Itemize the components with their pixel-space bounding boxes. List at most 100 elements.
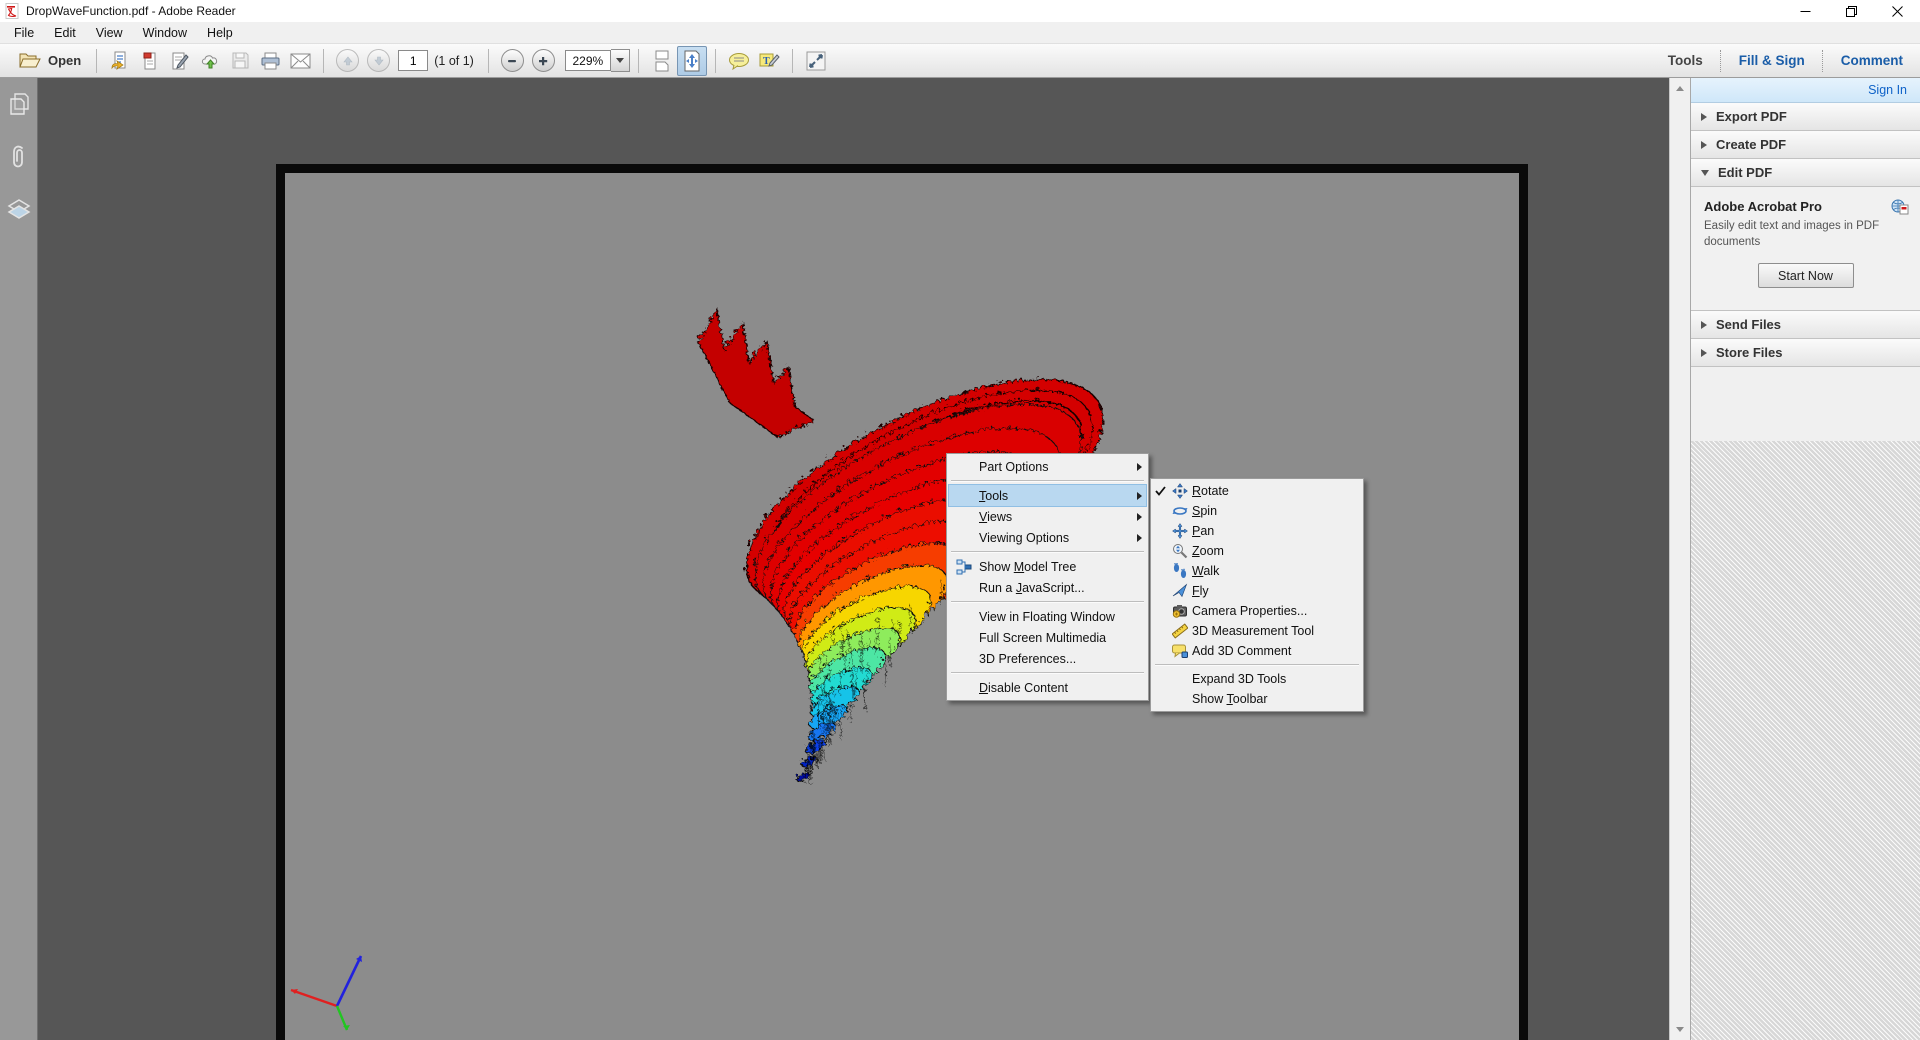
tools-submenu: RotateSpinPan Zoom Walk Fly Camera Propertie… bbox=[1150, 478, 1364, 712]
menu-item-label: Fly bbox=[1192, 584, 1347, 598]
scroll-down-button[interactable] bbox=[1670, 1021, 1690, 1038]
create-pdf-button[interactable] bbox=[135, 46, 165, 76]
fit-page-icon bbox=[682, 50, 702, 72]
menu-item-label: Zoom bbox=[1192, 544, 1347, 558]
submenu-arrow-icon bbox=[1132, 534, 1146, 542]
fit-page-button[interactable] bbox=[677, 46, 707, 76]
upload-cloud-button[interactable] bbox=[195, 46, 225, 76]
fullscreen-button[interactable] bbox=[801, 46, 831, 76]
menu-item-label: Walk bbox=[1192, 564, 1347, 578]
text-highlight-button[interactable]: T bbox=[754, 46, 784, 76]
close-button[interactable] bbox=[1874, 0, 1920, 22]
menu-window[interactable]: Window bbox=[133, 24, 197, 42]
tools-submenu-item[interactable]: Show Toolbar bbox=[1153, 689, 1361, 709]
tools-submenu-item[interactable]: Add 3D Comment bbox=[1153, 641, 1361, 661]
menu-file[interactable]: File bbox=[4, 24, 44, 42]
zoom-dropdown-button[interactable] bbox=[611, 49, 630, 72]
attachments-icon[interactable] bbox=[6, 144, 32, 170]
arrow-up-icon bbox=[343, 56, 353, 66]
context-menu-item[interactable]: Views bbox=[949, 506, 1146, 527]
chevron-up-icon bbox=[1676, 86, 1684, 91]
context-menu-item[interactable]: Show Model Tree bbox=[949, 556, 1146, 577]
email-icon bbox=[290, 53, 311, 69]
zoom-out-button[interactable] bbox=[501, 49, 524, 72]
tab-fill-sign[interactable]: Fill & Sign bbox=[1728, 53, 1816, 68]
section-edit-pdf[interactable]: Edit PDF bbox=[1691, 159, 1920, 187]
context-menu-item[interactable]: View in Floating Window bbox=[949, 606, 1146, 627]
toolbar-separator bbox=[488, 49, 489, 73]
tools-submenu-item[interactable]: Pan bbox=[1153, 521, 1361, 541]
window-title: DropWaveFunction.pdf - Adobe Reader bbox=[26, 4, 236, 18]
toolbar-right-tabs: Tools Fill & Sign Comment bbox=[1657, 44, 1920, 77]
dotted-separator bbox=[1720, 50, 1722, 72]
context-menu-item[interactable]: 3D Preferences... bbox=[949, 648, 1146, 669]
adobe-pdf-icon bbox=[5, 3, 20, 19]
layers-icon[interactable] bbox=[6, 196, 32, 222]
minimize-button[interactable] bbox=[1782, 0, 1828, 22]
context-menu-item[interactable]: Viewing Options bbox=[949, 527, 1146, 548]
zoom-in-button[interactable] bbox=[532, 49, 555, 72]
chevron-down-icon bbox=[616, 58, 624, 63]
sign-button[interactable] bbox=[165, 46, 195, 76]
restore-button[interactable] bbox=[1828, 0, 1874, 22]
page-scroll-icon bbox=[652, 50, 672, 72]
menu-edit[interactable]: Edit bbox=[44, 24, 86, 42]
upload-cloud-icon bbox=[200, 51, 221, 71]
tab-comment[interactable]: Comment bbox=[1830, 53, 1914, 68]
start-now-button[interactable]: Start Now bbox=[1758, 263, 1854, 288]
tools-submenu-item[interactable]: 3D Measurement Tool bbox=[1153, 621, 1361, 641]
toolbar-separator bbox=[715, 49, 716, 73]
tab-tools[interactable]: Tools bbox=[1657, 53, 1714, 68]
section-store-files[interactable]: Store Files bbox=[1691, 339, 1920, 367]
page-thumbnails-icon[interactable] bbox=[6, 92, 32, 118]
section-send-files[interactable]: Send Files bbox=[1691, 311, 1920, 339]
main-toolbar: Open (1 of 1) bbox=[0, 44, 1920, 78]
document-viewport[interactable]: ©This controllable 3D model is designed … bbox=[39, 78, 1669, 1040]
adobe-reader-window: DropWaveFunction.pdf - Adobe Reader File… bbox=[0, 0, 1920, 1040]
previous-page-button[interactable] bbox=[336, 49, 359, 72]
scroll-up-button[interactable] bbox=[1670, 80, 1690, 97]
context-menu-item[interactable]: Tools bbox=[949, 485, 1146, 506]
tools-submenu-item[interactable]: Rotate bbox=[1153, 481, 1361, 501]
context-menu-item[interactable]: Run a JavaScript... bbox=[949, 577, 1146, 598]
edit-pdf-body: Adobe Acrobat Pro Easily edit text and i… bbox=[1691, 187, 1920, 311]
open-button[interactable]: Open bbox=[12, 44, 88, 78]
share-file-button[interactable] bbox=[105, 46, 135, 76]
sticky-note-button[interactable] bbox=[724, 46, 754, 76]
menu-view[interactable]: View bbox=[86, 24, 133, 42]
section-export-pdf[interactable]: Export PDF bbox=[1691, 103, 1920, 131]
rotate-icon bbox=[1168, 483, 1192, 499]
email-button[interactable] bbox=[285, 46, 315, 76]
tools-submenu-item[interactable]: Zoom bbox=[1153, 541, 1361, 561]
toolbar-separator bbox=[792, 49, 793, 73]
zoom-level-value[interactable]: 229% bbox=[565, 50, 611, 71]
context-menu-item[interactable]: Full Screen Multimedia bbox=[949, 627, 1146, 648]
sign-in-link[interactable]: Sign In bbox=[1868, 83, 1907, 97]
zoom-icon bbox=[1168, 543, 1192, 559]
open-label: Open bbox=[48, 53, 81, 68]
plus-icon bbox=[538, 56, 548, 66]
menu-help[interactable]: Help bbox=[197, 24, 243, 42]
page-count-label: (1 of 1) bbox=[434, 54, 474, 68]
next-page-button[interactable] bbox=[367, 49, 390, 72]
spin-icon bbox=[1168, 503, 1192, 519]
page-number-input[interactable] bbox=[398, 50, 428, 71]
page-scroll-button[interactable] bbox=[647, 46, 677, 76]
share-file-icon bbox=[110, 51, 130, 71]
window-controls bbox=[1782, 0, 1920, 22]
context-menu-item[interactable]: Disable Content bbox=[949, 677, 1146, 698]
tools-submenu-item[interactable]: Fly bbox=[1153, 581, 1361, 601]
tools-submenu-item[interactable]: Spin bbox=[1153, 501, 1361, 521]
chevron-right-icon bbox=[1701, 113, 1707, 121]
menu-item-label: Add 3D Comment bbox=[1192, 644, 1347, 658]
vertical-scrollbar[interactable] bbox=[1669, 78, 1690, 1040]
context-menu-item[interactable]: Part Options bbox=[949, 456, 1146, 477]
tools-submenu-item[interactable]: Walk bbox=[1153, 561, 1361, 581]
menu-separator bbox=[951, 672, 1144, 674]
tools-submenu-item[interactable]: Camera Properties... bbox=[1153, 601, 1361, 621]
tools-submenu-item[interactable]: Expand 3D Tools bbox=[1153, 669, 1361, 689]
chevron-right-icon bbox=[1701, 141, 1707, 149]
save-button[interactable] bbox=[225, 46, 255, 76]
section-create-pdf[interactable]: Create PDF bbox=[1691, 131, 1920, 159]
print-button[interactable] bbox=[255, 46, 285, 76]
